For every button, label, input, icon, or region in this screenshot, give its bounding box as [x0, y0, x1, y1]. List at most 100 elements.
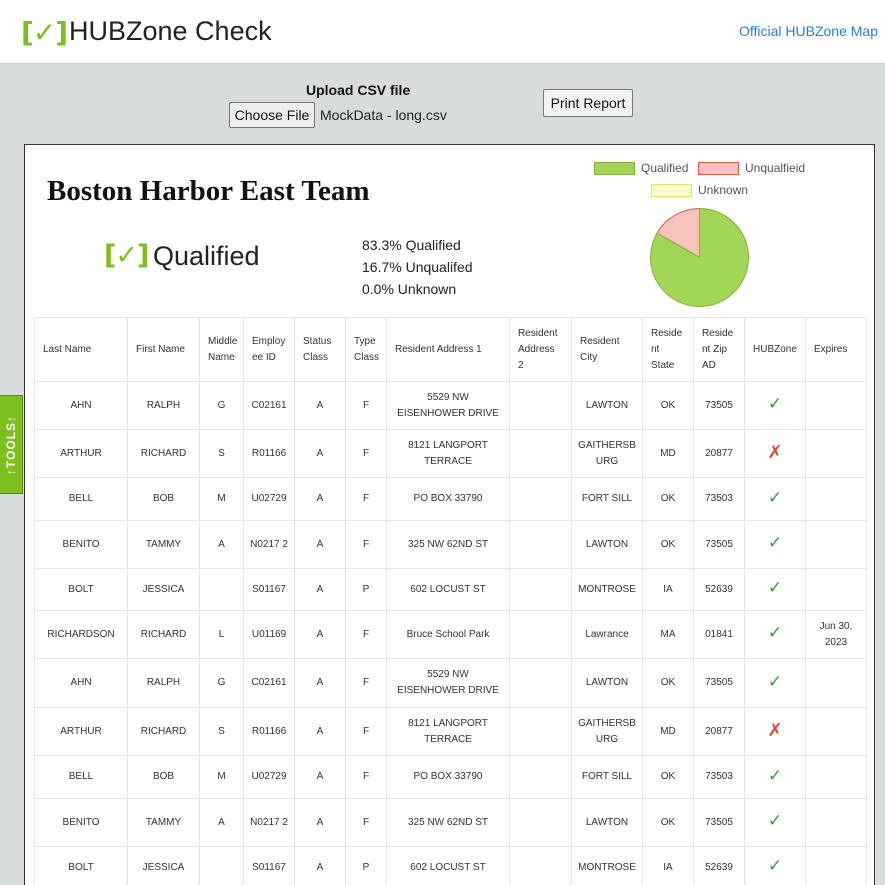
- table-cell: BELL: [34, 755, 128, 799]
- table-cell: [509, 381, 572, 430]
- table-cell: P: [345, 846, 387, 885]
- table-cell: 20877: [693, 429, 745, 478]
- stat-unknown: 0.0% Unknown: [362, 281, 457, 297]
- table-cell: RICHARD: [127, 429, 200, 478]
- table-cell: [509, 707, 572, 756]
- table-cell: [509, 846, 572, 885]
- table-cell: F: [345, 381, 387, 430]
- table-row: AHN RALPH G C02161 A F 5529 NW EISENHOWER DRIV…: [34, 658, 867, 708]
- table-cell: F: [345, 707, 387, 756]
- table-cell: N0217 2: [243, 798, 295, 847]
- table-cell: TAMMY: [127, 798, 200, 847]
- table-cell: 01841: [693, 610, 745, 659]
- table-cell: S: [199, 707, 244, 756]
- table-cell: IA: [642, 568, 694, 611]
- table-cell: BENITO: [34, 520, 128, 569]
- qualification-pie-chart: [650, 207, 749, 307]
- table-cell: 73503: [693, 477, 745, 521]
- official-hubzone-map-link[interactable]: Official HUBZone Map: [739, 23, 878, 39]
- table-cell: 8121 LANGPORT TERRACE: [386, 707, 510, 756]
- hubzone-status-cell: ✓: [744, 520, 806, 569]
- table-cell: A: [294, 610, 346, 659]
- table-cell: BOLT: [34, 568, 128, 611]
- table-cell: [805, 381, 867, 430]
- column-header: Resident Address 2: [509, 317, 572, 382]
- table-cell: TAMMY: [127, 520, 200, 569]
- column-header: Resident City: [571, 317, 643, 382]
- table-cell: A: [294, 429, 346, 478]
- choose-file-button[interactable]: Choose File: [229, 102, 315, 128]
- table-cell: S: [199, 429, 244, 478]
- table-row: RICHARDSON RICHARD L U01169 A F Bruce School P…: [34, 610, 867, 659]
- table-row: AHN RALPH G C02161 A F 5529 NW EISENHOWER DRIV…: [34, 381, 867, 430]
- table-cell: LAWTON: [571, 798, 643, 847]
- table-cell: Jun 30, 2023: [805, 610, 867, 659]
- table-cell: F: [345, 429, 387, 478]
- table-row: ARTHUR RICHARD S R01166 A F 8121 LANGPORT TERR…: [34, 429, 867, 478]
- table-cell: [509, 798, 572, 847]
- legend-qualified: Qualified: [594, 161, 688, 175]
- hubzone-status-cell: ✓: [744, 568, 806, 611]
- table-cell: AHN: [34, 658, 128, 708]
- hubzone-status-cell: ✓: [744, 798, 806, 847]
- table-cell: [509, 477, 572, 521]
- column-header: Expires: [805, 317, 867, 382]
- table-cell: [509, 610, 572, 659]
- table-cell: A: [294, 381, 346, 430]
- check-icon: ✓: [767, 811, 783, 830]
- table-cell: 5529 NW EISENHOWER DRIVE: [386, 658, 510, 708]
- upload-csv-label: Upload CSV file: [306, 82, 411, 98]
- table-cell: 73505: [693, 658, 745, 708]
- table-cell: G: [199, 658, 244, 708]
- table-cell: 73505: [693, 798, 745, 847]
- table-cell: LAWTON: [571, 658, 643, 708]
- x-icon: ✗: [767, 719, 783, 740]
- table-cell: [805, 707, 867, 756]
- table-cell: GAITHERSB URG: [571, 429, 643, 478]
- table-cell: FORT SILL: [571, 477, 643, 521]
- table-cell: A: [294, 846, 346, 885]
- table-cell: RICHARD: [127, 610, 200, 659]
- tools-tab-label: ↑TOOLS↑: [4, 414, 18, 475]
- table-cell: 73503: [693, 755, 745, 799]
- hubzone-status-cell: ✓: [744, 755, 806, 799]
- table-cell: [805, 658, 867, 708]
- report-panel: Boston Harbor East Team [✓] Qualified 83…: [24, 144, 875, 885]
- table-cell: L: [199, 610, 244, 659]
- hubzone-status-cell: ✗: [744, 429, 806, 478]
- table-cell: A: [294, 658, 346, 708]
- table-row: BELL BOB M U02729 A F PO BOX 33790 FORT SILL OK 7…: [34, 755, 867, 799]
- hubzone-status-cell: ✓: [744, 477, 806, 521]
- table-cell: C02161: [243, 381, 295, 430]
- table-cell: [805, 429, 867, 478]
- table-cell: Bruce School Park: [386, 610, 510, 659]
- table-cell: F: [345, 610, 387, 659]
- table-cell: 8121 LANGPORT TERRACE: [386, 429, 510, 478]
- column-header: Type Class: [345, 317, 387, 382]
- table-cell: 52639: [693, 568, 745, 611]
- table-cell: IA: [642, 846, 694, 885]
- table-cell: G: [199, 381, 244, 430]
- column-header: Status Class: [294, 317, 346, 382]
- table-row: BOLT JESSICA S01167 A P 602 LOCUST ST MONTROSE…: [34, 846, 867, 885]
- table-cell: F: [345, 798, 387, 847]
- table-cell: R01166: [243, 429, 295, 478]
- check-icon: ✓: [767, 765, 783, 785]
- tools-tab[interactable]: ↑TOOLS↑: [0, 395, 23, 494]
- table-cell: ARTHUR: [34, 707, 128, 756]
- table-cell: U01169: [243, 610, 295, 659]
- table-cell: A: [294, 568, 346, 611]
- table-header-row: Last Name First Name Middle Name Employ ee …: [34, 317, 867, 382]
- print-report-button[interactable]: Print Report: [543, 89, 633, 117]
- legend-swatch-qualified: [594, 161, 635, 175]
- table-cell: PO BOX 33790: [386, 477, 510, 521]
- table-cell: F: [345, 477, 387, 521]
- legend-label-qualified: Qualified: [641, 161, 689, 175]
- table-cell: FORT SILL: [571, 755, 643, 799]
- legend-swatch-unqualified: [698, 161, 739, 175]
- table-cell: F: [345, 520, 387, 569]
- table-cell: A: [199, 798, 244, 847]
- legend-label-unqualified: Unqualfieid: [745, 161, 806, 175]
- legend-label-unknown: Unknown: [698, 183, 749, 197]
- table-cell: OK: [642, 477, 694, 521]
